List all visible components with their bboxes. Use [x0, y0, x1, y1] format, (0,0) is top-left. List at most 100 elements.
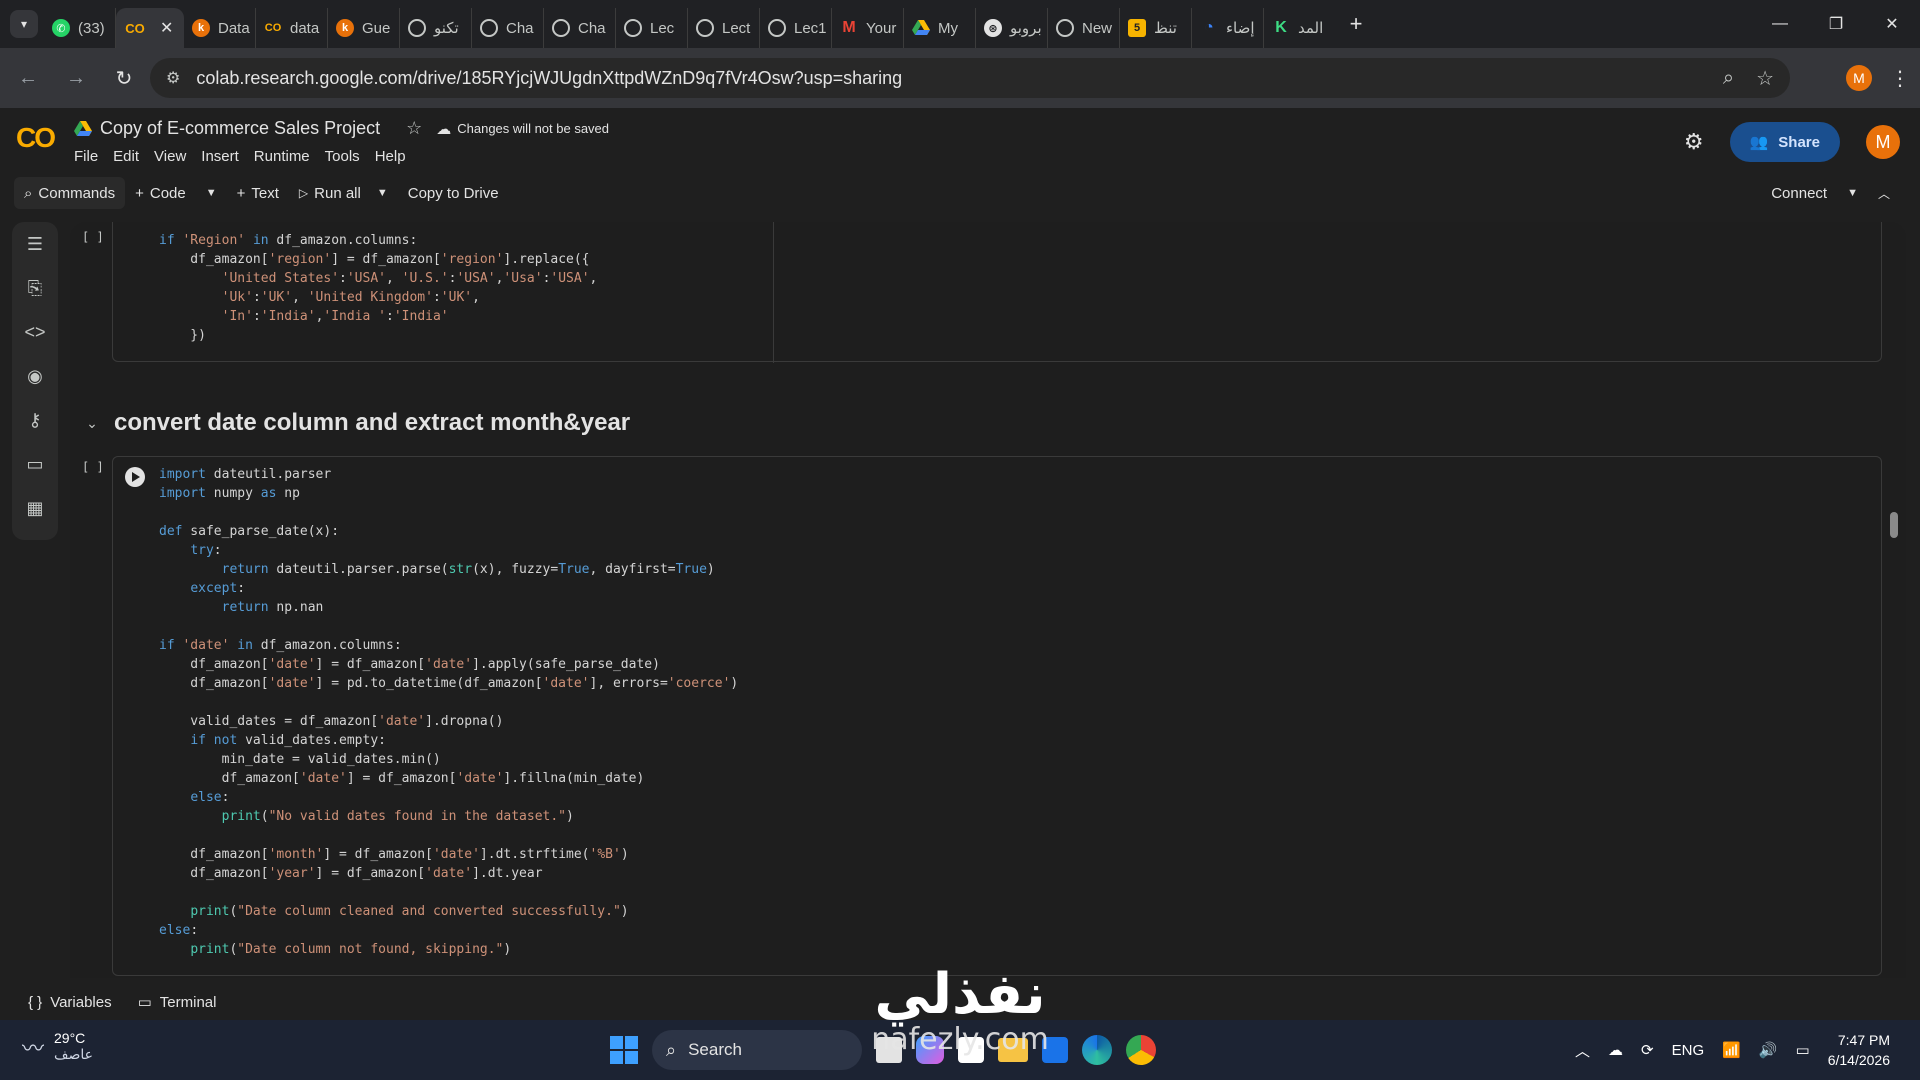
tab-whatsapp[interactable]: ✆ (33) — [44, 8, 116, 48]
secrets-key-icon[interactable]: ⚷ — [0, 398, 70, 442]
commands-button[interactable]: ⌕ Commands — [14, 177, 126, 209]
tab-colab-data[interactable]: CO data — [256, 8, 328, 48]
variables-button[interactable]: { } Variables — [28, 994, 112, 1011]
tab-drive[interactable]: My — [904, 8, 976, 48]
data-table-icon[interactable]: ▦ — [0, 486, 70, 530]
terminal-button[interactable]: ▭ Terminal — [138, 993, 217, 1012]
collapse-chevron-icon[interactable]: ⌄ — [70, 415, 114, 432]
chevron-down-icon[interactable]: ▼ — [377, 187, 388, 199]
forward-button[interactable]: → — [56, 58, 96, 98]
share-button[interactable]: 👥 Share — [1729, 122, 1840, 162]
notebook-title[interactable]: Copy of E-commerce Sales Project — [100, 118, 380, 139]
copilot-icon[interactable] — [916, 1036, 944, 1064]
code-editor[interactable]: if 'Region' in df_amazon.columns: df_ama… — [159, 231, 597, 345]
tab-five[interactable]: 5 تنظ — [1120, 8, 1192, 48]
tab-k[interactable]: K المد — [1264, 8, 1336, 48]
menu-runtime[interactable]: Runtime — [254, 148, 310, 165]
address-bar[interactable]: ⚙ colab.research.google.com/drive/185RYj… — [150, 58, 1790, 98]
url-text[interactable]: colab.research.google.com/drive/185RYjcj… — [196, 68, 902, 89]
copy-to-drive-button[interactable]: Copy to Drive — [398, 177, 509, 209]
zoom-icon[interactable]: ⌕ — [1723, 67, 1734, 90]
tab-kaggle-gue[interactable]: k Gue — [328, 8, 400, 48]
taskbar-search[interactable]: ⌕ Search — [652, 1030, 862, 1070]
tab-label: Lec1 — [794, 19, 827, 37]
add-code-button[interactable]: + Code ▼ — [125, 177, 227, 209]
find-replace-icon[interactable]: ⎘ — [0, 266, 70, 310]
onedrive-cloud-icon[interactable]: ☁ — [1608, 1041, 1623, 1059]
time: 7:47 PM — [1837, 1032, 1890, 1048]
menu-file[interactable]: File — [74, 148, 98, 165]
edge-icon[interactable] — [1082, 1035, 1112, 1065]
reload-button[interactable]: ↻ — [104, 58, 144, 98]
side-rail: ☰ ⎘ <> ◉ ⚷ ▭ ▦ — [0, 222, 70, 982]
wifi-icon[interactable]: 📶 — [1722, 1041, 1741, 1059]
close-tab-icon[interactable]: ✕ — [160, 18, 173, 38]
scrollbar-thumb[interactable] — [1890, 512, 1898, 538]
files-folder-icon[interactable]: ▭ — [0, 442, 70, 486]
connect-button[interactable]: Connect — [1771, 185, 1827, 202]
language-indicator[interactable]: ENG — [1672, 1042, 1705, 1059]
notebook-toolbar: ⌕ Commands + Code ▼ + Text ▷ Run all ▼ C… — [0, 174, 1920, 212]
tab-new[interactable]: New — [1048, 8, 1120, 48]
browser-menu-icon[interactable]: ⋮ — [1890, 66, 1910, 91]
star-icon[interactable]: ☆ — [406, 118, 422, 139]
tab-openai[interactable]: ⊛ بروبو — [976, 8, 1048, 48]
chevron-down-icon[interactable]: ▼ — [1847, 187, 1858, 199]
clock[interactable]: 7:47 PM 6/14/2026 — [1828, 1030, 1890, 1070]
menu-edit[interactable]: Edit — [113, 148, 139, 165]
weather-widget[interactable]: 〰 29°C عاصف — [22, 1030, 93, 1063]
sync-icon[interactable]: ⟳ — [1641, 1041, 1654, 1059]
tab-label: Lect — [722, 19, 751, 37]
add-text-button[interactable]: + Text — [227, 177, 289, 209]
code-cell-region-replace[interactable]: if 'Region' in df_amazon.columns: df_ama… — [112, 222, 1882, 363]
tab-label: تنظ — [1154, 20, 1177, 37]
new-tab-button[interactable]: + — [1342, 11, 1370, 37]
chevron-down-icon[interactable]: ▼ — [206, 187, 217, 199]
minimize-icon[interactable]: — — [1752, 0, 1808, 48]
code-cell-date-parse[interactable]: import dateutil.parser import numpy as n… — [112, 456, 1882, 976]
close-window-icon[interactable]: ✕ — [1864, 0, 1920, 48]
inspect-variables-icon[interactable]: ◉ — [0, 354, 70, 398]
tab-gmail[interactable]: M Your — [832, 8, 904, 48]
text-cell-heading[interactable]: ⌄ convert date column and extract month&… — [70, 396, 1906, 450]
code-editor[interactable]: import dateutil.parser import numpy as n… — [159, 465, 738, 959]
tab-kaggle-data[interactable]: k Data — [184, 8, 256, 48]
account-avatar[interactable]: M — [1866, 125, 1900, 159]
start-windows-icon[interactable] — [610, 1036, 638, 1064]
tab-chat-4[interactable]: Lec — [616, 8, 688, 48]
back-button[interactable]: ← — [8, 58, 48, 98]
profile-avatar[interactable]: M — [1846, 65, 1872, 91]
tab-search-button[interactable]: ▾ — [10, 10, 38, 38]
store-icon[interactable] — [958, 1037, 984, 1063]
chrome-icon[interactable] — [1126, 1035, 1156, 1065]
code-snippets-icon[interactable]: <> — [0, 310, 70, 354]
menu-insert[interactable]: Insert — [201, 148, 239, 165]
menu-view[interactable]: View — [154, 148, 186, 165]
volume-icon[interactable]: 🔊 — [1759, 1041, 1778, 1059]
bookmark-star-icon[interactable]: ☆ — [1756, 66, 1774, 91]
tab-chat-2[interactable]: Cha — [472, 8, 544, 48]
tab-chat-3[interactable]: Cha — [544, 8, 616, 48]
battery-icon[interactable]: ▭ — [1796, 1041, 1810, 1059]
colab-logo[interactable]: CO — [16, 122, 56, 154]
tab-chat-6[interactable]: Lec1 — [760, 8, 832, 48]
tab-colab-active[interactable]: CO ✕ — [116, 8, 184, 48]
run-cell-button[interactable] — [125, 467, 145, 487]
settings-gear-icon[interactable]: ⚙ — [1684, 129, 1704, 155]
table-of-contents-icon[interactable]: ☰ — [0, 222, 70, 266]
tab-chat-5[interactable]: Lect — [688, 8, 760, 48]
task-view-icon[interactable] — [876, 1037, 902, 1063]
menu-tools[interactable]: Tools — [325, 148, 360, 165]
unsaved-label: Changes will not be saved — [457, 121, 610, 136]
tab-chat-1[interactable]: تكنو — [400, 8, 472, 48]
chevron-up-icon[interactable]: ︿ — [1878, 185, 1890, 202]
tab-app[interactable]: ◔ إضاء — [1192, 8, 1264, 48]
cell-divider — [773, 222, 774, 363]
file-explorer-icon[interactable] — [998, 1038, 1028, 1062]
restore-icon[interactable]: ❐ — [1808, 0, 1864, 48]
app-blue-icon[interactable] — [1042, 1037, 1068, 1063]
chevron-up-icon[interactable]: ︿ — [1575, 1040, 1590, 1061]
run-all-button[interactable]: ▷ Run all ▼ — [289, 177, 398, 209]
menu-help[interactable]: Help — [375, 148, 406, 165]
site-info-icon[interactable]: ⚙ — [166, 68, 180, 88]
